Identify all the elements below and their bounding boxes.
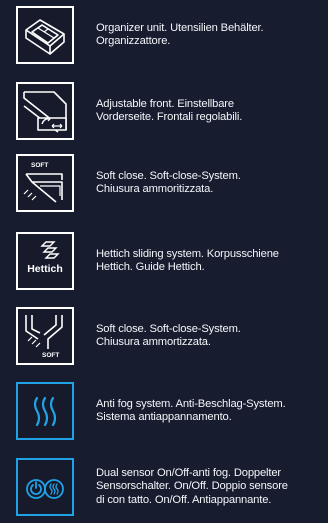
feature-anti-fog-text: Anti fog system. Anti-Beschlag-System. S…: [96, 397, 286, 423]
feature-soft-close: SOFT Soft close. Soft-close-System. Chiu…: [16, 154, 322, 214]
dual-sensor-icon: [16, 458, 74, 516]
hettich-label: Hettich: [27, 263, 63, 275]
feature-organizer-text: Organizer unit. Utensilien Behälter. Org…: [96, 21, 264, 47]
feature-anti-fog: Anti fog system. Anti-Beschlag-System. S…: [16, 382, 322, 442]
adjustable-front-icon: [16, 82, 74, 140]
anti-fog-icon: [16, 382, 74, 440]
feature-soft-close-hinge: SOFT Soft close. Soft-close-System. Chiu…: [16, 307, 322, 367]
feature-soft-close-hinge-text: Soft close. Soft-close-System. Chiusura …: [96, 322, 241, 348]
organizer-unit-icon: [16, 6, 74, 64]
feature-adjustable-front-text: Adjustable front. Einstellbare Vordersei…: [96, 97, 243, 123]
feature-dual-sensor-text: Dual sensor On/Off-anti fog. Doppelter S…: [96, 466, 288, 506]
soft-close-hinge-icon: SOFT: [16, 307, 74, 365]
feature-organizer: Organizer unit. Utensilien Behälter. Org…: [16, 6, 322, 66]
feature-soft-close-text: Soft close. Soft-close-System. Chiusura …: [96, 169, 241, 195]
feature-adjustable-front: Adjustable front. Einstellbare Vordersei…: [16, 82, 322, 142]
feature-hettich-sliding-text: Hettich sliding system. Korpusschiene He…: [96, 247, 279, 273]
soft-close-drawer-icon: SOFT: [16, 154, 74, 212]
soft-label: SOFT: [31, 162, 48, 169]
soft-label: SOFT: [42, 352, 59, 359]
feature-list: Organizer unit. Utensilien Behälter. Org…: [0, 0, 328, 523]
hettich-logo-icon: Hettich: [16, 232, 74, 290]
feature-dual-sensor: Dual sensor On/Off-anti fog. Doppelter S…: [16, 458, 322, 518]
feature-hettich-sliding: Hettich Hettich sliding system. Korpussc…: [16, 232, 322, 292]
